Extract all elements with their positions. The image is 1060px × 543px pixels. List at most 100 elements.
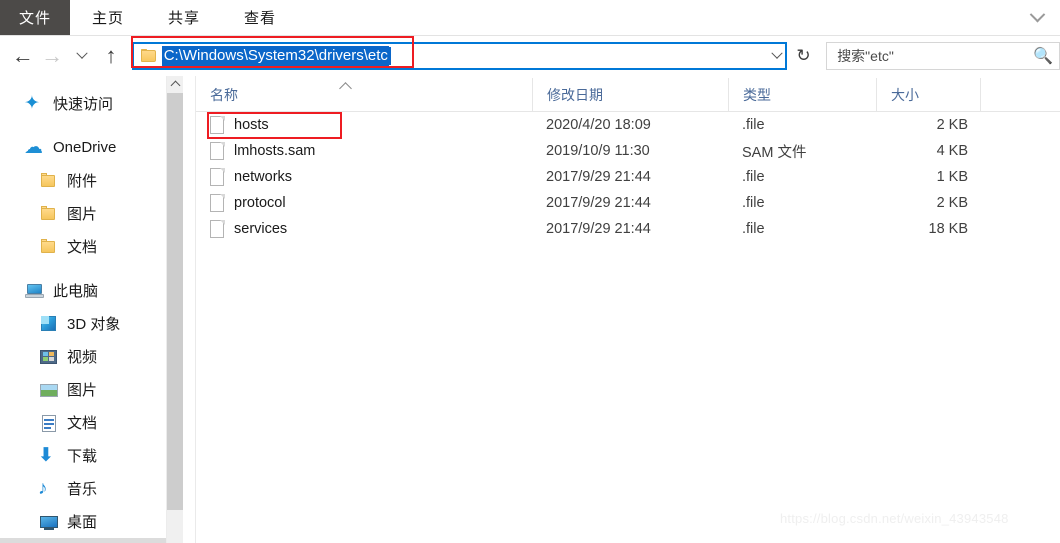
table-row[interactable]: networks 2017/9/29 21:44 .file 1 KB — [196, 164, 1060, 190]
file-date-cell: 2017/9/29 21:44 — [546, 195, 651, 211]
file-name-cell[interactable]: lmhosts.sam — [196, 138, 532, 164]
file-name-label: protocol — [234, 195, 286, 211]
search-input[interactable]: 搜索"etc" 🔍 — [826, 41, 1060, 70]
up-arrow-icon: ↑ — [105, 42, 117, 68]
file-type-cell: .file — [742, 117, 765, 133]
documents-icon — [38, 412, 60, 434]
up-button[interactable]: ↑ — [96, 40, 125, 72]
sidebar-item-4[interactable]: 文档 — [0, 230, 166, 263]
chevron-down-icon — [75, 47, 88, 59]
tab-view-label: 查看 — [244, 10, 277, 27]
refresh-button[interactable]: ↻ — [791, 42, 817, 70]
address-text: C:\Windows\System32\drivers\etc — [161, 45, 389, 66]
sidebar-item-9[interactable]: 文档 — [0, 406, 166, 439]
tab-view[interactable]: 查看 — [222, 0, 298, 35]
address-input[interactable]: C:\Windows\System32\drivers\etc — [131, 41, 787, 70]
forward-arrow-icon: → — [41, 42, 64, 68]
forward-button[interactable]: → — [37, 40, 66, 72]
file-type-cell: SAM 文件 — [742, 144, 807, 161]
3d-objects-icon — [38, 313, 60, 335]
file-name-cell[interactable]: services — [196, 216, 532, 242]
column-header-date[interactable]: 修改日期 — [532, 77, 728, 112]
file-date-cell: 2019/10/9 11:30 — [546, 143, 650, 159]
sidebar-item-2[interactable]: 附件 — [0, 164, 166, 197]
file-name-label: services — [234, 221, 288, 237]
tab-share[interactable]: 共享 — [146, 0, 222, 35]
file-name-label: lmhosts.sam — [234, 143, 316, 159]
ribbon-expand-button[interactable] — [1014, 0, 1060, 35]
tab-home-label: 主页 — [92, 10, 125, 27]
chevron-down-icon — [1029, 6, 1045, 23]
sidebar-item-8[interactable]: 图片 — [0, 373, 166, 406]
watermark: https://blog.csdn.net/weixin_43943548 — [780, 511, 1009, 526]
sidebar-item-1[interactable]: ☁ OneDrive — [0, 131, 166, 164]
sidebar-item-label: 文档 — [67, 239, 98, 256]
table-row[interactable]: lmhosts.sam 2019/10/9 11:30 SAM 文件 4 KB — [196, 138, 1060, 164]
search-placeholder: 搜索"etc" — [837, 47, 894, 64]
tab-home[interactable]: 主页 — [70, 0, 146, 35]
star-pin-icon: ✦ — [24, 92, 40, 114]
sidebar-item-label: 附件 — [67, 173, 98, 190]
sidebar-item-13[interactable]: 机密文件 (C:) — [0, 538, 166, 543]
downloads-icon: ⬇ — [38, 444, 54, 466]
column-header-name[interactable]: 名称 — [196, 78, 532, 112]
table-row[interactable]: protocol 2017/9/29 21:44 .file 2 KB — [196, 190, 1060, 216]
recent-locations-button[interactable] — [67, 40, 96, 72]
address-dropdown-button[interactable] — [771, 42, 783, 70]
pane-splitter[interactable] — [183, 76, 196, 543]
file-size-cell: 1 KB — [936, 169, 968, 185]
sidebar-item-label: 此电脑 — [53, 283, 99, 300]
file-name-cell[interactable]: hosts — [196, 112, 532, 138]
ribbon-tab-bar: 文件 主页 共享 查看 — [0, 0, 1060, 36]
sidebar-item-0[interactable]: ✦ 快速访问 — [0, 87, 166, 120]
scroll-up-button[interactable] — [167, 76, 184, 93]
folder-icon — [38, 170, 60, 192]
sidebar-item-12[interactable]: 桌面 — [0, 505, 166, 538]
file-name-cell[interactable]: networks — [196, 164, 532, 190]
sidebar-item-7[interactable]: 视频 — [0, 340, 166, 373]
navigation-pane: ✦ 快速访问 ☁ OneDrive 附件 图片 文档 此电脑 3D 对象 视频 图片 文档 ⬇ 下载 ♪ 音乐… — [0, 76, 166, 543]
sidebar-item-11[interactable]: ♪ 音乐 — [0, 472, 166, 505]
file-date-cell: 2017/9/29 21:44 — [546, 221, 651, 237]
folder-icon — [140, 49, 156, 62]
column-header-size[interactable]: 大小 — [876, 77, 980, 112]
sidebar-item-label: 桌面 — [67, 514, 98, 531]
back-button[interactable]: ← — [8, 40, 37, 72]
sidebar-item-10[interactable]: ⬇ 下载 — [0, 439, 166, 472]
sidebar-item-3[interactable]: 图片 — [0, 197, 166, 230]
sidebar-item-label: 下载 — [67, 448, 98, 465]
sidebar-item-6[interactable]: 3D 对象 — [0, 307, 166, 340]
text-caret — [388, 46, 391, 65]
scrollbar-thumb[interactable] — [167, 93, 184, 510]
file-explorer-window: 文件 主页 共享 查看 ← → ↑ C:\Windows\System32\dr… — [0, 0, 1060, 543]
file-icon — [210, 142, 225, 160]
table-row[interactable]: hosts 2020/4/20 18:09 .file 2 KB — [196, 112, 1060, 138]
videos-icon — [38, 346, 60, 368]
desktop-icon — [38, 511, 60, 533]
file-type-cell: .file — [742, 169, 765, 185]
sidebar-item-5[interactable]: 此电脑 — [0, 274, 166, 307]
address-bar-wrap: C:\Windows\System32\drivers\etc — [131, 41, 787, 70]
file-date-cell: 2017/9/29 21:44 — [546, 169, 651, 185]
sidebar-item-label: OneDrive — [53, 139, 117, 156]
chevron-down-icon — [771, 47, 783, 59]
sidebar-item-label: 快速访问 — [53, 96, 114, 113]
navigation-pane-scrollbar[interactable] — [166, 76, 184, 543]
file-type-cell: .file — [742, 195, 765, 211]
tab-file[interactable]: 文件 — [0, 0, 70, 35]
file-size-cell: 2 KB — [936, 195, 968, 211]
column-header-tail — [980, 77, 1060, 112]
file-name-cell[interactable]: protocol — [196, 190, 532, 216]
folder-icon — [38, 203, 60, 225]
cloud-icon: ☁ — [24, 136, 43, 158]
music-icon: ♪ — [38, 477, 48, 499]
sidebar-item-label: 图片 — [67, 382, 98, 399]
table-row[interactable]: services 2017/9/29 21:44 .file 18 KB — [196, 216, 1060, 242]
column-header-type[interactable]: 类型 — [728, 77, 876, 112]
magnifier-icon: 🔍 — [1033, 47, 1053, 65]
this-pc-icon — [24, 280, 46, 302]
sidebar-item-label: 音乐 — [67, 481, 98, 498]
folder-icon — [38, 236, 60, 258]
column-header-name-label: 名称 — [210, 86, 238, 103]
